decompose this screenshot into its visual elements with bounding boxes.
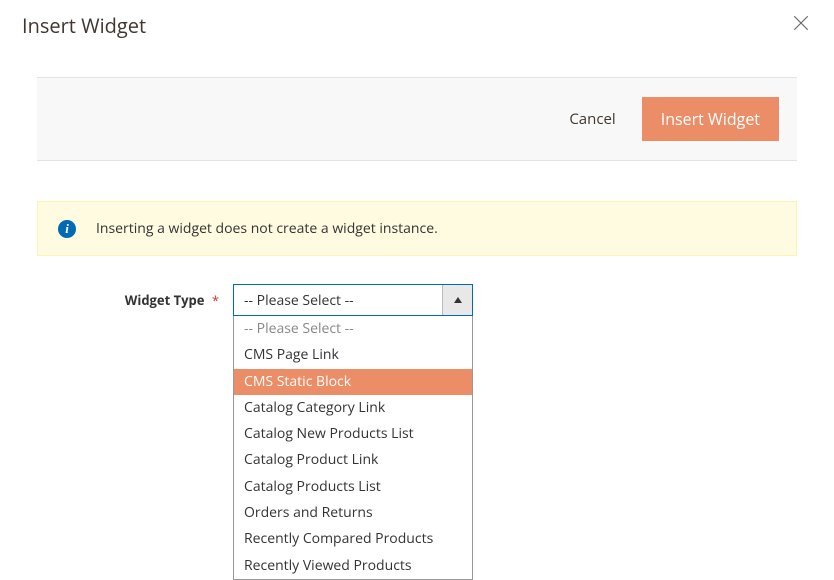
dropdown-option[interactable]: Catalog Products List <box>234 474 472 500</box>
chevron-up-icon <box>442 285 472 315</box>
info-icon: i <box>58 220 76 238</box>
widget-type-select-wrap: -- Please Select -- -- Please Select --C… <box>233 284 473 316</box>
dropdown-option[interactable]: Catalog New Products List <box>234 421 472 447</box>
widget-type-dropdown: -- Please Select --CMS Page LinkCMS Stat… <box>233 316 473 580</box>
close-icon[interactable] <box>790 12 812 34</box>
dropdown-option[interactable]: Catalog Product Link <box>234 447 472 473</box>
info-message: Inserting a widget does not create a wid… <box>96 219 438 238</box>
dropdown-option[interactable]: CMS Page Link <box>234 342 472 368</box>
widget-type-row: Widget Type * -- Please Select -- -- Ple… <box>37 284 797 316</box>
required-mark: * <box>212 291 219 309</box>
modal-title: Insert Widget <box>22 12 146 39</box>
dropdown-option[interactable]: Catalog Category Link <box>234 395 472 421</box>
action-bar: Cancel Insert Widget <box>37 77 797 161</box>
widget-type-label-wrap: Widget Type * <box>37 284 233 309</box>
widget-type-label: Widget Type <box>125 291 205 309</box>
info-banner: i Inserting a widget does not create a w… <box>37 201 797 256</box>
dropdown-option[interactable]: Recently Compared Products <box>234 526 472 552</box>
dropdown-option[interactable]: Recently Viewed Products <box>234 553 472 579</box>
dropdown-option[interactable]: Orders and Returns <box>234 500 472 526</box>
cancel-button[interactable]: Cancel <box>569 109 615 129</box>
insert-widget-button[interactable]: Insert Widget <box>642 97 779 141</box>
modal-header: Insert Widget <box>0 0 834 39</box>
dropdown-option[interactable]: -- Please Select -- <box>234 316 472 342</box>
dropdown-option[interactable]: CMS Static Block <box>234 369 472 395</box>
widget-type-selected-value: -- Please Select -- <box>234 285 442 315</box>
widget-type-select[interactable]: -- Please Select -- <box>233 284 473 316</box>
